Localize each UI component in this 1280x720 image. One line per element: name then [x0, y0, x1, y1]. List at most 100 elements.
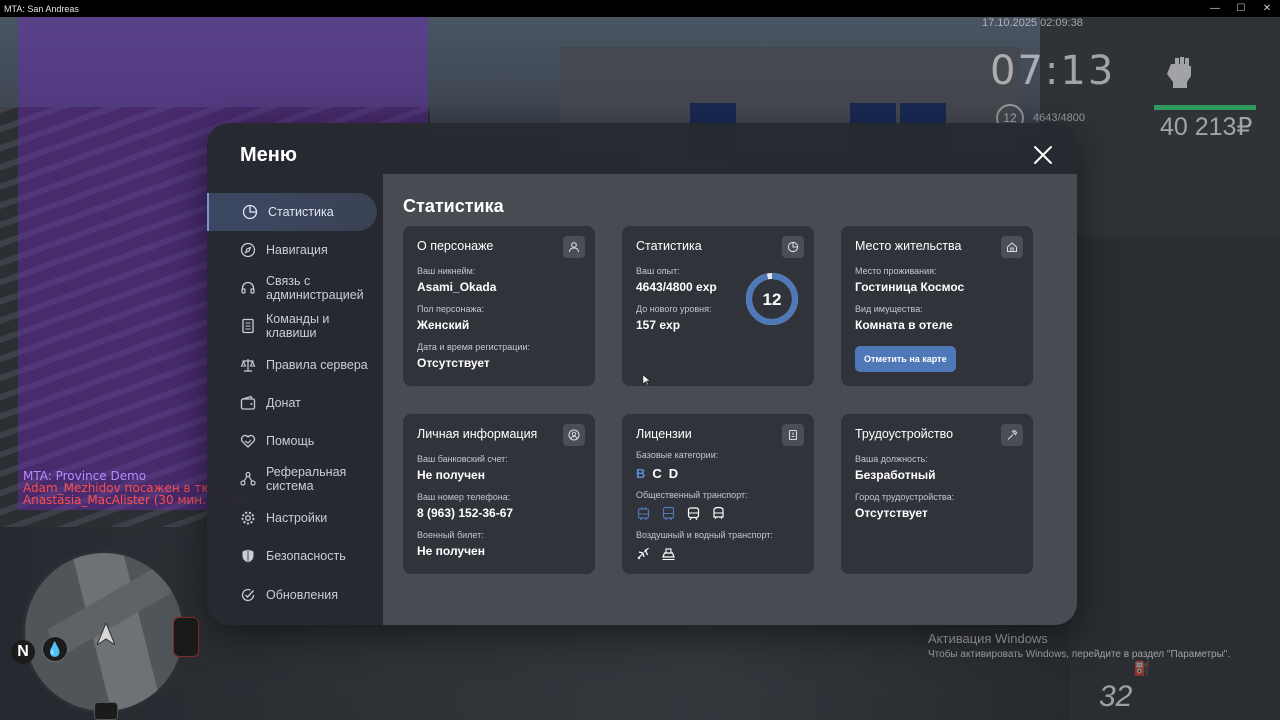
car-blip-icon [94, 702, 118, 720]
residence-card: Место жительства Место проживания: Гости… [841, 226, 1033, 386]
air-water-transport-icons [636, 546, 800, 561]
sidebar-item-label: Помощь [266, 434, 315, 448]
sidebar-item-donate[interactable]: Донат [207, 384, 377, 422]
sidebar-item-security[interactable]: Безопасность [207, 537, 377, 575]
mouse-cursor-icon [643, 375, 650, 385]
base-categories-label: Базовые категории: [636, 450, 719, 460]
public-transport-label: Общественный транспорт: [636, 490, 748, 500]
public-transport-icons [636, 506, 800, 521]
hud-money: 40 213₽ [1160, 113, 1253, 141]
headset-icon [241, 281, 255, 294]
pie-chart-icon [782, 236, 804, 258]
job-position-value: Безработный [855, 468, 936, 482]
sidebar-item-updates[interactable]: Обновления [207, 576, 377, 614]
minimize-button[interactable]: — [1202, 3, 1228, 14]
gender-label: Пол персонажа: [417, 304, 485, 314]
sidebar-item-commands[interactable]: Команды и клавиши [207, 307, 377, 345]
military-id-value: Не получен [417, 544, 485, 558]
air-water-transport-label: Воздушный и водный транспорт: [636, 530, 773, 540]
employment-card: Трудоустройство Ваша должность: Безработ… [841, 414, 1033, 574]
residence-place-value: Гостиница Космос [855, 280, 965, 294]
menu-title: Меню [240, 144, 297, 166]
heart-hands-icon [240, 434, 256, 448]
sidebar-item-label: Команды и клавиши [266, 312, 330, 340]
sidebar-item-contact-admin[interactable]: Связь с администрацией [207, 269, 377, 307]
maximize-button[interactable]: ☐ [1228, 3, 1254, 14]
menu-sidebar: Статистика Навигация Связь с администрац… [207, 193, 383, 625]
sidebar-item-label: Статистика [268, 205, 334, 219]
character-card: О персонаже Ваш никнейм: Asami_Okada Пол… [403, 226, 595, 386]
car-blip-icon [173, 617, 199, 657]
statistics-content: Статистика О персонаже Ваш никнейм: Asam… [383, 174, 1077, 625]
boat-icon [662, 548, 675, 560]
sidebar-item-help[interactable]: Помощь [207, 422, 377, 460]
check-circle-icon [241, 588, 255, 602]
sidebar-item-label: Настройки [266, 511, 328, 525]
house-icon [1001, 236, 1023, 258]
sidebar-item-label: Обновления [266, 588, 338, 602]
phone-value: 8 (963) 152-36-67 [417, 506, 514, 520]
residence-place-label: Место проживания: [855, 266, 937, 276]
sidebar-item-label: Навигация [266, 243, 328, 257]
category-c: C [652, 466, 663, 481]
id-card-icon [782, 424, 804, 446]
minimap [22, 550, 186, 714]
military-id-label: Военный билет: [417, 530, 484, 540]
bus-front-icon [713, 506, 724, 519]
personal-info-card: Личная информация Ваш банковский счет: Н… [403, 414, 595, 574]
compass-icon [240, 242, 256, 258]
gear-icon [241, 511, 255, 525]
sidebar-item-statistics[interactable]: Статистика [207, 193, 377, 231]
wallet-icon [240, 395, 256, 410]
engine-icon: ⛽ [1133, 660, 1151, 676]
bus-icon [662, 506, 675, 520]
airplane-icon [637, 547, 649, 560]
card-title: Личная информация [417, 427, 538, 441]
window-close-button[interactable]: ✕ [1254, 3, 1280, 14]
level-progress-ring: 12 [746, 273, 798, 325]
sidebar-item-server-rules[interactable]: Правила сервера [207, 346, 377, 384]
sidebar-item-label: Связь с администрацией [266, 274, 364, 302]
pie-chart-icon [242, 204, 258, 220]
card-title: Трудоустройство [855, 427, 954, 441]
job-city-label: Город трудоустройства: [855, 492, 955, 502]
category-d: D [668, 466, 680, 481]
hammer-icon [1001, 424, 1023, 446]
sidebar-item-label: Безопасность [266, 549, 346, 563]
hud-health-bar [1154, 105, 1256, 110]
activation-title: Активация Windows [928, 631, 1048, 646]
property-type-value: Комната в отеле [855, 318, 953, 332]
card-title: О персонаже [417, 239, 494, 253]
licenses-card: Лицензии Базовые категории: BCD Обществе… [622, 414, 814, 574]
registration-label: Дата и время регистрации: [417, 342, 530, 352]
gender-value: Женский [417, 318, 470, 332]
user-circle-icon [563, 424, 585, 446]
close-menu-button[interactable] [1031, 143, 1055, 167]
stats-card: Статистика Ваш опыт: 4643/4800 exp До но… [622, 226, 814, 386]
fist-icon [1167, 57, 1191, 88]
player-arrow-icon [97, 623, 115, 645]
license-categories: BCD [636, 466, 800, 481]
mark-on-map-button[interactable]: Отметить на карте [855, 346, 956, 372]
water-drop-icon: 💧 [42, 636, 68, 662]
window-titlebar: MTA: San Andreas — ☐ ✕ [0, 0, 1280, 17]
phone-label: Ваш номер телефона: [417, 492, 511, 502]
minimap-north-indicator: N [11, 640, 35, 664]
card-title: Лицензии [636, 427, 692, 441]
card-title: Место жительства [855, 239, 962, 253]
sidebar-item-settings[interactable]: Настройки [207, 499, 377, 537]
content-title: Статистика [403, 196, 504, 216]
sidebar-item-label: Правила сервера [266, 358, 368, 372]
tram-icon [687, 507, 700, 521]
nickname-value: Asami_Okada [417, 280, 497, 294]
sidebar-item-navigation[interactable]: Навигация [207, 231, 377, 269]
level-number: 12 [763, 290, 782, 309]
scales-icon [240, 359, 256, 372]
bank-account-label: Ваш банковский счет: [417, 454, 508, 464]
registration-value: Отсутствует [417, 356, 490, 370]
sidebar-item-referral[interactable]: Реферальная система [207, 460, 377, 498]
trolleybus-icon [637, 506, 650, 520]
shield-icon [242, 549, 254, 563]
job-city-value: Отсутствует [855, 506, 928, 520]
window-title: MTA: San Andreas [4, 3, 79, 14]
